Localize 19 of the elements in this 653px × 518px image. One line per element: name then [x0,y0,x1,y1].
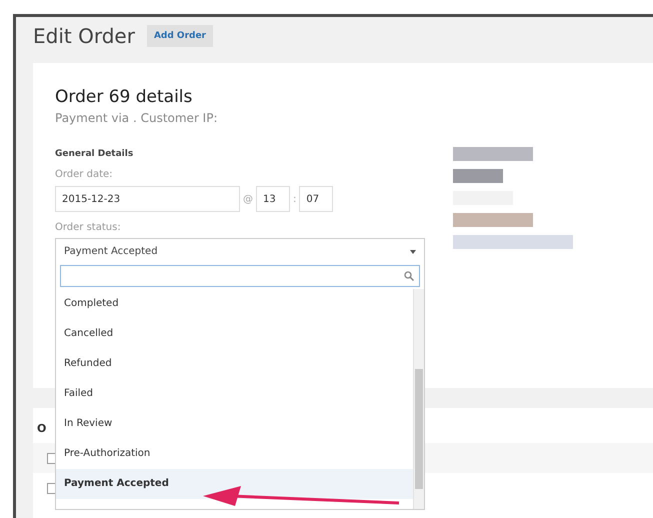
hour-field[interactable]: 13 [256,186,290,212]
minute-field[interactable]: 07 [299,186,334,212]
status-option[interactable]: Payment Accepted [56,469,413,499]
status-select[interactable]: Payment Accepted [55,238,425,265]
order-title: Order 69 details [55,87,194,107]
page-title: Edit Order [33,24,135,48]
section-heading: General Details [55,149,134,159]
colon: : [293,194,296,204]
search-field[interactable] [60,265,420,287]
add-order-button[interactable]: Add Order [146,25,213,47]
at-sign: @ [243,194,253,204]
scrollbar[interactable] [413,289,424,509]
caret-icon [410,250,416,254]
date-label: Order date: [55,169,114,180]
items-heading: O [37,422,46,435]
date-field[interactable]: 2015-12-23 [55,186,240,212]
search-icon [404,271,414,281]
status-label: Order status: [55,222,122,233]
payment-subtitle: Payment via . Customer IP: [55,111,219,125]
